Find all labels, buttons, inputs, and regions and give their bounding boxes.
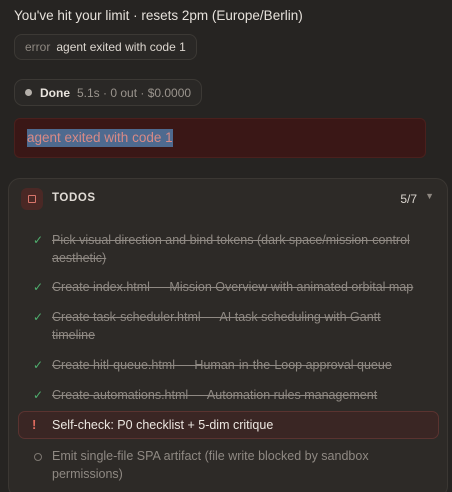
chevron-down-icon[interactable]: ▼ [425,191,434,201]
run-status-label: Done [40,85,70,100]
todo-text: Self-check: P0 checklist + 5-dim critiqu… [52,418,274,432]
check-icon: ✓ [32,388,44,402]
todos-title: TODOS [52,192,96,204]
error-chip[interactable]: error agent exited with code 1 [14,34,197,60]
error-chip-message: agent exited with code 1 [56,40,186,54]
todo-text: Create hitl-queue.html — Human-in-the-Lo… [52,358,392,372]
usage-limit-message: You've hit your limit · resets 2pm (Euro… [14,8,303,23]
todos-panel: TODOS 5/7 ▼ ✓ Pick visual direction and … [8,178,448,492]
todo-text: Create index.html — Mission Overview wit… [52,280,414,294]
todo-list-icon [21,188,43,210]
chat-status-view: You've hit your limit · resets 2pm (Euro… [0,0,452,492]
todo-item-active: ! Self-check: P0 checklist + 5-dim criti… [18,411,439,439]
error-tag: error [25,40,51,54]
error-output-box[interactable]: agent exited with code 1 [14,118,426,158]
error-output-text[interactable]: agent exited with code 1 [27,129,173,147]
run-stats: 5.1s · 0 out · $0.0000 [77,85,192,100]
run-status-chip[interactable]: Done 5.1s · 0 out · $0.0000 [14,79,203,106]
check-icon: ✓ [32,280,44,294]
todo-text: Emit single-file SPA artifact (file writ… [52,449,369,481]
todo-text: Pick visual direction and bind tokens (d… [52,233,410,265]
todo-text: Create task-scheduler.html — AI task sch… [52,310,381,342]
todo-text: Create automations.html — Automation rul… [52,388,378,402]
check-icon: ✓ [32,233,44,247]
todos-header[interactable]: TODOS 5/7 ▼ [9,179,447,219]
check-icon: ✓ [32,310,44,324]
circle-icon [34,453,42,461]
todos-progress-count: 5/7 [400,192,417,206]
check-icon: ✓ [32,358,44,372]
alert-icon: ! [32,417,37,432]
status-dot-icon [25,89,32,96]
